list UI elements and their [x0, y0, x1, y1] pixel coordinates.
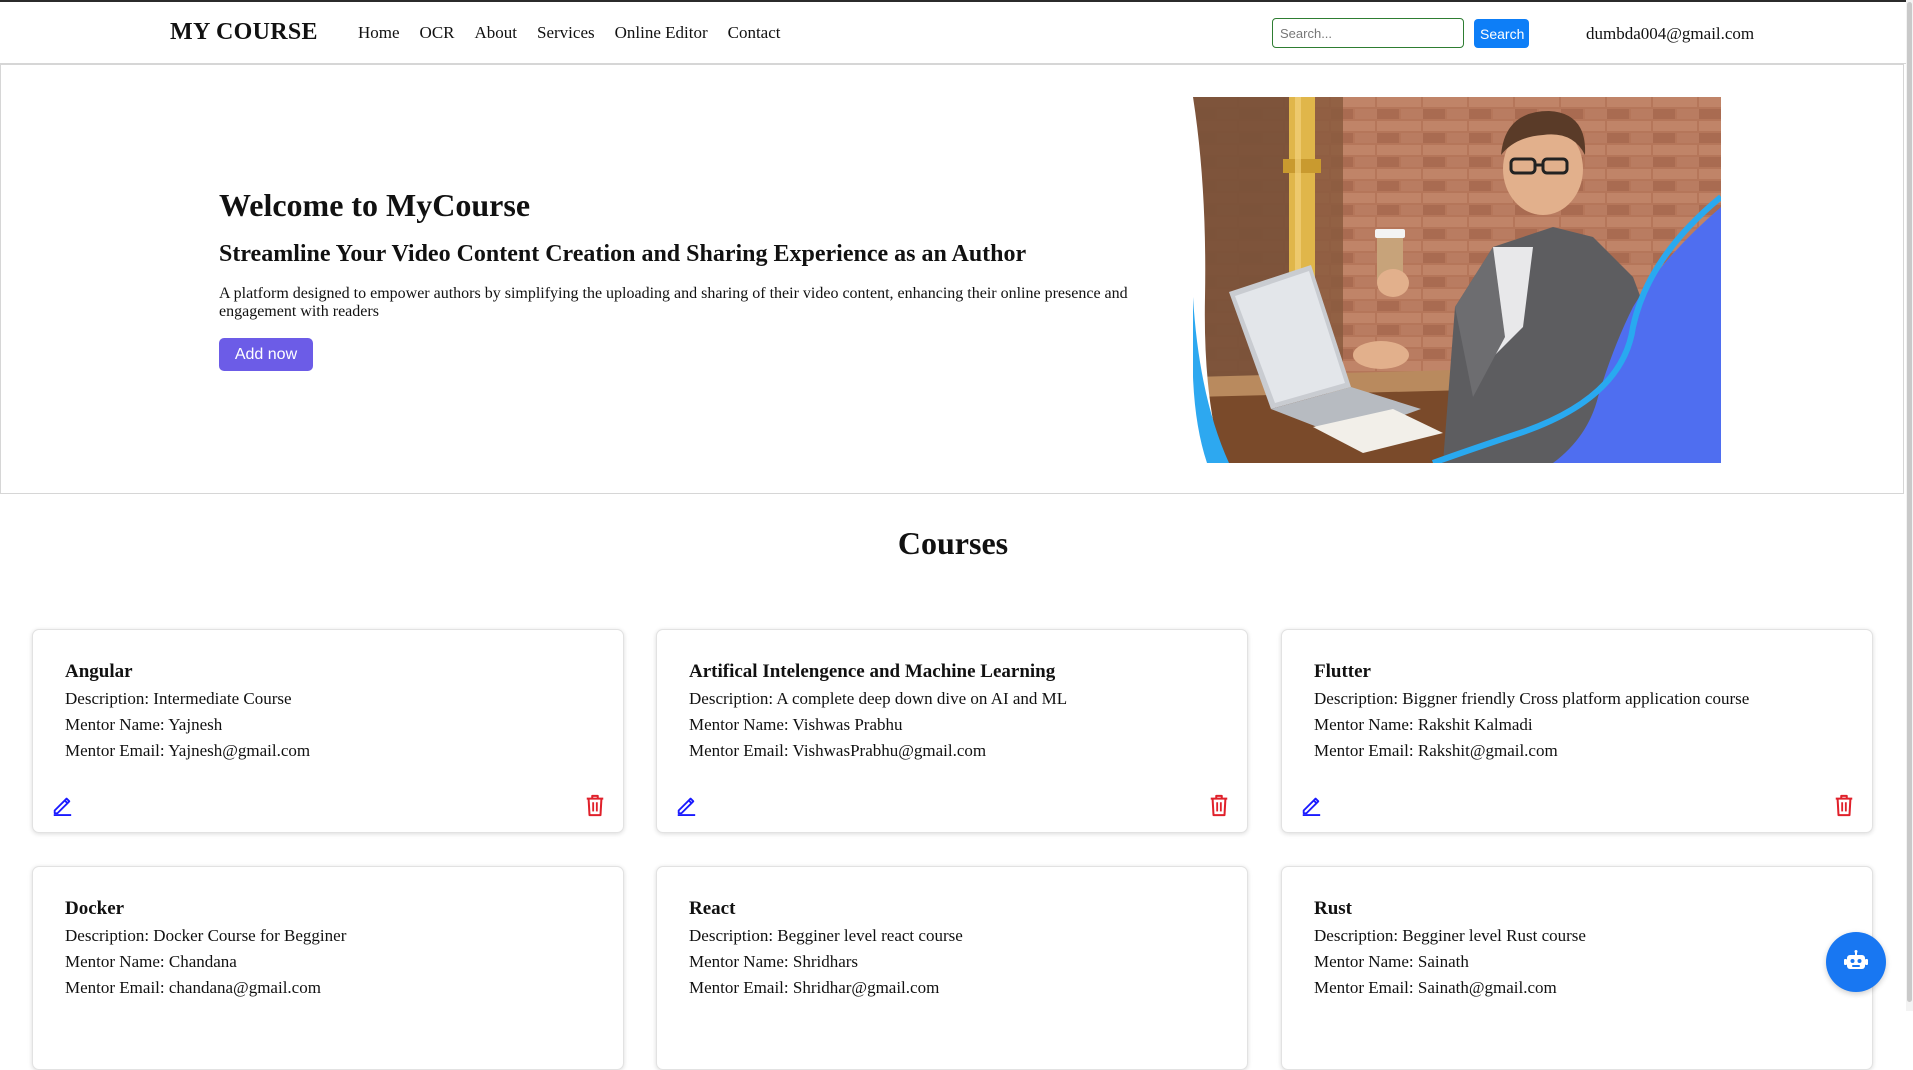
course-mentor-name: Mentor Name: Rakshit Kalmadi — [1314, 715, 1533, 734]
nav-link-about[interactable]: About — [475, 23, 518, 43]
pencil-icon[interactable] — [1300, 794, 1322, 816]
course-card: React Description: Begginer level react … — [656, 866, 1248, 1070]
course-title: React — [689, 898, 736, 919]
trash-icon[interactable] — [584, 793, 606, 817]
search-input[interactable] — [1272, 18, 1464, 48]
course-mentor-name: Mentor Name: Vishwas Prabhu — [689, 715, 903, 734]
add-now-button[interactable]: Add now — [219, 338, 313, 371]
course-title: Rust — [1314, 898, 1353, 919]
course-card: Docker Description: Docker Course for Be… — [32, 866, 624, 1070]
hero-section: Welcome to MyCourse Streamline Your Vide… — [0, 64, 1904, 494]
chatbot-button[interactable] — [1826, 932, 1886, 992]
course-description: Description: Begginer level react course — [689, 926, 963, 945]
course-mentor-name: Mentor Name: Shridhars — [689, 952, 859, 971]
course-mentor-email: Mentor Email: chandana@gmail.com — [65, 978, 321, 997]
search-button[interactable]: Search — [1474, 19, 1529, 48]
nav-link-contact[interactable]: Contact — [728, 23, 781, 43]
nav-link-ocr[interactable]: OCR — [420, 23, 455, 43]
course-title: Flutter — [1314, 661, 1371, 682]
pencil-icon[interactable] — [51, 794, 73, 816]
hero-description: A platform designed to empower authors b… — [219, 285, 1128, 320]
course-mentor-name: Mentor Name: Yajnesh — [65, 715, 223, 734]
course-title: Docker — [65, 898, 125, 919]
course-mentor-name: Mentor Name: Sainath — [1314, 952, 1469, 971]
course-mentor-name: Mentor Name: Chandana — [65, 952, 237, 971]
pencil-icon[interactable] — [675, 794, 697, 816]
scrollbar[interactable] — [1906, 0, 1913, 1011]
course-card: Artifical Intelengence and Machine Learn… — [656, 629, 1248, 833]
course-mentor-email: Mentor Email: Rakshit@gmail.com — [1314, 741, 1558, 760]
course-mentor-email: Mentor Email: Sainath@gmail.com — [1314, 978, 1557, 997]
hero-subtitle: Streamline Your Video Content Creation a… — [219, 241, 1027, 267]
course-mentor-email: Mentor Email: Yajnesh@gmail.com — [65, 741, 311, 760]
nav-link-home[interactable]: Home — [358, 23, 400, 43]
course-card: Rust Description: Begginer level Rust co… — [1281, 866, 1873, 1070]
nav-links: Home OCR About Services Online Editor Co… — [358, 23, 781, 43]
brand-logo[interactable]: MY COURSE — [170, 19, 318, 46]
course-mentor-email: Mentor Email: Shridhar@gmail.com — [689, 978, 940, 997]
course-description: Description: Biggner friendly Cross plat… — [1314, 689, 1750, 708]
course-description: Description: Begginer level Rust course — [1314, 926, 1586, 945]
hero-title: Welcome to MyCourse — [219, 187, 531, 223]
trash-icon[interactable] — [1833, 793, 1855, 817]
course-card: Flutter Description: Biggner friendly Cr… — [1281, 629, 1873, 833]
course-description: Description: Docker Course for Begginer — [65, 926, 347, 945]
nav-link-online-editor[interactable]: Online Editor — [615, 23, 708, 43]
navbar: MY COURSE Home OCR About Services Online… — [0, 2, 1906, 64]
course-mentor-email: Mentor Email: VishwasPrabhu@gmail.com — [689, 741, 987, 760]
nav-link-services[interactable]: Services — [537, 23, 595, 43]
course-title: Angular — [65, 661, 133, 682]
course-title: Artifical Intelengence and Machine Learn… — [689, 661, 1056, 682]
user-email: dumbda004@gmail.com — [1586, 24, 1755, 43]
hero-illustration — [1193, 97, 1721, 463]
scrollbar-thumb[interactable] — [1907, 2, 1912, 1002]
course-card: Angular Description: Intermediate Course… — [32, 629, 624, 833]
courses-heading: Courses — [897, 525, 1009, 561]
course-description: Description: A complete deep down dive o… — [689, 689, 1068, 708]
trash-icon[interactable] — [1208, 793, 1230, 817]
robot-icon — [1844, 950, 1868, 969]
course-description: Description: Intermediate Course — [65, 689, 292, 708]
